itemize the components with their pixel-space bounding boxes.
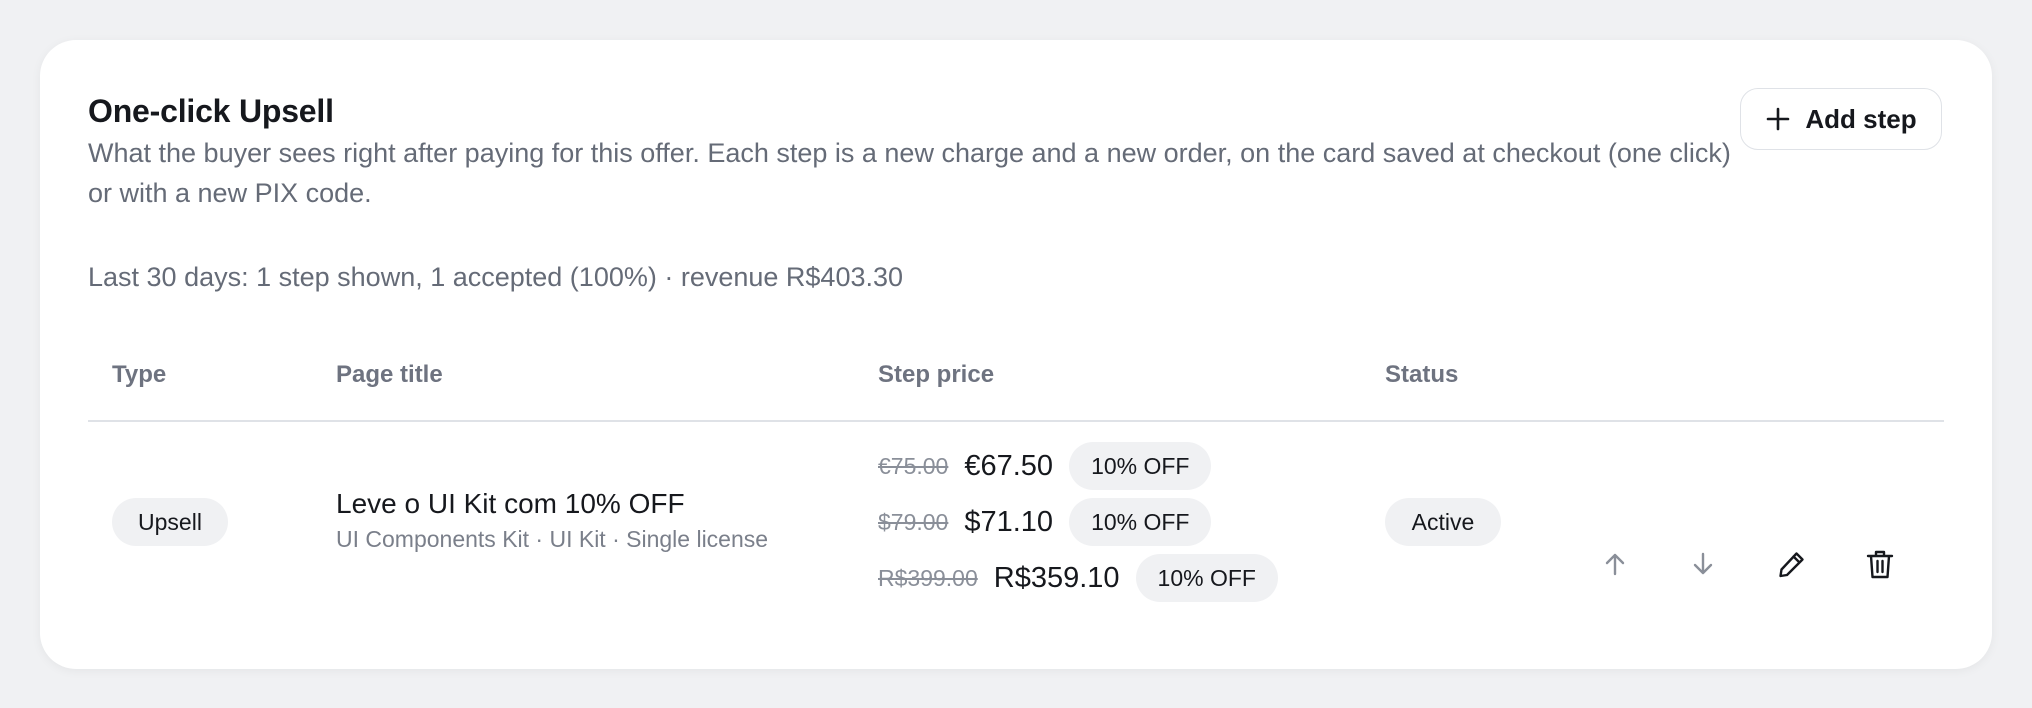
original-price: $79.00	[878, 508, 949, 535]
column-header-status: Status	[1385, 361, 1459, 388]
move-up-button[interactable]	[1593, 542, 1637, 586]
move-down-button[interactable]	[1681, 542, 1725, 586]
original-price: R$399.00	[878, 564, 978, 591]
row-page-subtitle: UI Components Kit · UI Kit · Single lice…	[336, 526, 769, 552]
type-badge: Upsell	[112, 498, 228, 546]
discount-badge: 10% OFF	[1135, 554, 1278, 602]
status-badge: Active	[1385, 498, 1501, 546]
plus-icon	[1765, 106, 1791, 132]
discount-badge: 10% OFF	[1069, 498, 1212, 546]
column-header-page-title: Page title	[336, 361, 443, 388]
edit-button[interactable]	[1770, 542, 1814, 586]
arrow-up-icon	[1601, 550, 1629, 578]
row-page-title: Leve o UI Kit com 10% OFF	[336, 488, 685, 519]
discounted-price: R$359.10	[993, 561, 1120, 594]
column-header-step-price: Step price	[878, 361, 995, 388]
original-price: €75.00	[878, 452, 949, 479]
add-step-button[interactable]: Add step	[1740, 88, 1942, 150]
arrow-down-icon	[1689, 550, 1717, 578]
upsell-card: One-click Upsell What the buyer sees rig…	[40, 40, 1992, 669]
discounted-price: $71.10	[964, 505, 1054, 538]
price-line-brl: R$399.00 R$359.10 10% OFF	[878, 554, 1278, 602]
table-header-divider	[88, 420, 1944, 422]
add-step-label: Add step	[1805, 103, 1917, 134]
discount-badge: 10% OFF	[1069, 442, 1212, 490]
trash-icon	[1865, 548, 1895, 580]
section-description: What the buyer sees right after paying f…	[88, 138, 1731, 208]
delete-button[interactable]	[1858, 542, 1902, 586]
column-header-type: Type	[112, 361, 167, 388]
price-line-usd: $79.00 $71.10 10% OFF	[878, 498, 1212, 546]
price-line-eur: €75.00 €67.50 10% OFF	[878, 442, 1212, 490]
section-title: One-click Upsell	[88, 93, 334, 129]
stats-summary: Last 30 days: 1 step shown, 1 accepted (…	[88, 262, 904, 292]
discounted-price: €67.50	[964, 449, 1054, 482]
pencil-icon	[1776, 548, 1808, 580]
